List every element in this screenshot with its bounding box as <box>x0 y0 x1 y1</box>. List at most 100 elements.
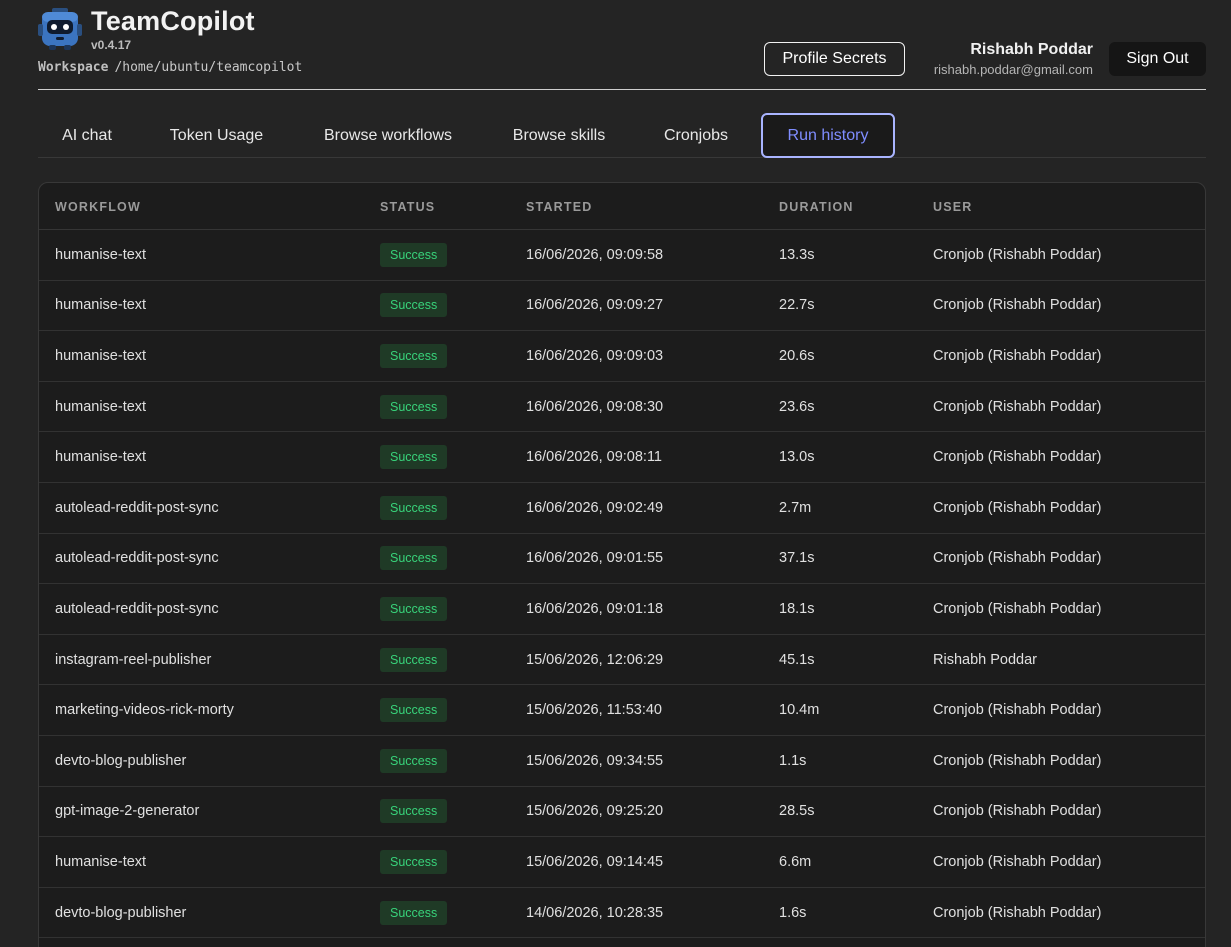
workflow-cell: marketing-videos-rick-morty <box>55 702 234 719</box>
started-cell: 16/06/2026, 09:09:03 <box>526 347 664 364</box>
started-cell: 15/06/2026, 09:25:20 <box>526 803 664 820</box>
workflow-cell: devto-blog-publisher <box>55 752 187 769</box>
status-cell: Success <box>380 888 448 938</box>
workspace-label: Workspace <box>38 60 109 75</box>
tab-token-usage[interactable]: Token Usage <box>153 113 280 158</box>
column-header-workflow: WORKFLOW <box>55 199 141 214</box>
started-cell: 16/06/2026, 09:08:30 <box>526 398 664 415</box>
user-cell: Cronjob (Rishabh Poddar) <box>933 853 1102 870</box>
started-cell: 15/06/2026, 12:06:29 <box>526 651 664 668</box>
user-cell: Cronjob (Rishabh Poddar) <box>933 297 1102 314</box>
started-cell: 15/06/2026, 09:34:55 <box>526 752 664 769</box>
user-cell: Cronjob (Rishabh Poddar) <box>933 904 1102 921</box>
user-cell: Cronjob (Rishabh Poddar) <box>933 449 1102 466</box>
status-cell: Success <box>380 483 448 533</box>
table-row[interactable]: devto-blog-publisher Success 15/06/2026, 0… <box>39 736 1205 787</box>
table-row[interactable]: devto-blog-publisher Success 14/06/2026, 1… <box>39 888 1205 939</box>
started-cell: 16/06/2026, 09:09:58 <box>526 246 664 263</box>
duration-cell: 10.4m <box>779 702 820 719</box>
table-row[interactable]: humanise-text Success 15/06/2026, 09:14:45… <box>39 837 1205 888</box>
started-cell: 16/06/2026, 09:08:11 <box>526 449 662 466</box>
status-cell: Success <box>380 685 448 735</box>
workflow-cell: autolead-reddit-post-sync <box>55 499 219 516</box>
status-badge: Success <box>380 596 448 621</box>
status-cell: Success <box>380 837 448 887</box>
tab-browse-workflows[interactable]: Browse workflows <box>306 113 470 158</box>
user-cell: Cronjob (Rishabh Poddar) <box>933 803 1102 820</box>
column-header-user: USER <box>933 199 973 214</box>
robot-logo-icon <box>38 8 82 50</box>
status-badge: Success <box>380 546 448 571</box>
duration-cell: 28.5s <box>779 803 815 820</box>
status-cell: Success <box>380 736 448 786</box>
table-row[interactable]: humanise-text Success 16/06/2026, 09:09:03… <box>39 331 1205 382</box>
started-cell: 15/06/2026, 11:53:40 <box>526 702 662 719</box>
table-row[interactable]: humanise-text Success 16/06/2026, 09:08:30… <box>39 382 1205 433</box>
user-cell: Cronjob (Rishabh Poddar) <box>933 702 1102 719</box>
table-row[interactable]: humanise-text Success 16/06/2026, 09:09:27… <box>39 281 1205 332</box>
table-body: humanise-text Success 16/06/2026, 09:09:58… <box>39 230 1205 947</box>
status-badge: Success <box>380 647 448 672</box>
duration-cell: 13.0s <box>779 449 815 466</box>
user-cell: Cronjob (Rishabh Poddar) <box>933 550 1102 567</box>
status-cell: Success <box>380 230 448 280</box>
workflow-cell: devto-blog-publisher <box>55 904 187 921</box>
table-row[interactable]: instagram-reel-publisher Success 15/06/202… <box>39 635 1205 686</box>
table-row[interactable]: autolead-reddit-post-sync Success 16/06/20… <box>39 483 1205 534</box>
user-cell: Cronjob (Rishabh Poddar) <box>933 499 1102 516</box>
table-row[interactable]: humanise-text Success 16/06/2026, 09:08:11… <box>39 432 1205 483</box>
user-cell: Cronjob (Rishabh Poddar) <box>933 246 1102 263</box>
table-row[interactable]: autolead-reddit-post-sync Success 16/06/20… <box>39 534 1205 585</box>
duration-cell: 13.3s <box>779 246 815 263</box>
status-badge: Success <box>380 293 448 318</box>
table-row[interactable]: humanise-text Success 16/06/2026, 09:09:58… <box>39 230 1205 281</box>
workflow-cell: gpt-image-2-generator <box>55 803 200 820</box>
started-cell: 14/06/2026, 10:28:35 <box>526 904 664 921</box>
duration-cell: 20.6s <box>779 347 815 364</box>
user-cell: Cronjob (Rishabh Poddar) <box>933 347 1102 364</box>
table-row[interactable]: gpt-image-2-generator Success 15/06/2026, … <box>39 787 1205 838</box>
table-row[interactable] <box>39 938 1205 947</box>
duration-cell: 1.1s <box>779 752 807 769</box>
user-cell: Cronjob (Rishabh Poddar) <box>933 398 1102 415</box>
user-cell: Cronjob (Rishabh Poddar) <box>933 600 1102 617</box>
tab-run-history[interactable]: Run history <box>761 113 895 158</box>
user-email: rishabh.poddar@gmail.com <box>933 62 1093 77</box>
user-cell: Rishabh Poddar <box>933 651 1037 668</box>
user-info: Rishabh Poddar rishabh.poddar@gmail.com <box>934 41 1093 77</box>
tab-browse-skills[interactable]: Browse skills <box>496 113 622 158</box>
user-name: Rishabh Poddar <box>970 41 1093 58</box>
table-row[interactable]: autolead-reddit-post-sync Success 16/06/20… <box>39 584 1205 635</box>
app-version: v0.4.17 <box>91 38 132 52</box>
sign-out-button[interactable]: Sign Out <box>1109 42 1206 76</box>
workflow-cell: instagram-reel-publisher <box>55 651 212 668</box>
duration-cell: 6.6m <box>779 853 812 870</box>
status-badge: Success <box>380 445 448 470</box>
workspace-info: Workspace/home/ubuntu/teamcopilot <box>38 60 302 75</box>
table-row[interactable]: marketing-videos-rick-morty Success 15/06/… <box>39 685 1205 736</box>
profile-secrets-button[interactable]: Profile Secrets <box>764 42 905 76</box>
status-badge: Success <box>380 495 448 520</box>
status-badge: Success <box>380 799 448 824</box>
duration-cell: 23.6s <box>779 398 815 415</box>
tab-ai-chat[interactable]: AI chat <box>38 113 136 158</box>
started-cell: 16/06/2026, 09:01:18 <box>526 600 664 617</box>
status-cell: Success <box>380 635 448 685</box>
status-cell: Success <box>380 787 448 837</box>
workflow-cell: autolead-reddit-post-sync <box>55 550 219 567</box>
started-cell: 15/06/2026, 09:14:45 <box>526 853 664 870</box>
column-header-started: STARTED <box>526 199 593 214</box>
status-cell: Success <box>380 382 448 432</box>
tab-bar: AI chat Token Usage Browse workflows Bro… <box>38 113 1206 158</box>
duration-cell: 22.7s <box>779 297 815 314</box>
status-cell: Success <box>380 331 448 381</box>
started-cell: 16/06/2026, 09:01:55 <box>526 550 664 567</box>
workflow-cell: humanise-text <box>55 246 147 263</box>
workflow-cell: humanise-text <box>55 398 147 415</box>
status-cell: Success <box>380 432 448 482</box>
column-header-duration: DURATION <box>779 199 854 214</box>
started-cell: 16/06/2026, 09:02:49 <box>526 499 664 516</box>
workflow-cell: humanise-text <box>55 449 147 466</box>
tab-cronjobs[interactable]: Cronjobs <box>648 113 744 158</box>
workflow-cell: autolead-reddit-post-sync <box>55 600 219 617</box>
